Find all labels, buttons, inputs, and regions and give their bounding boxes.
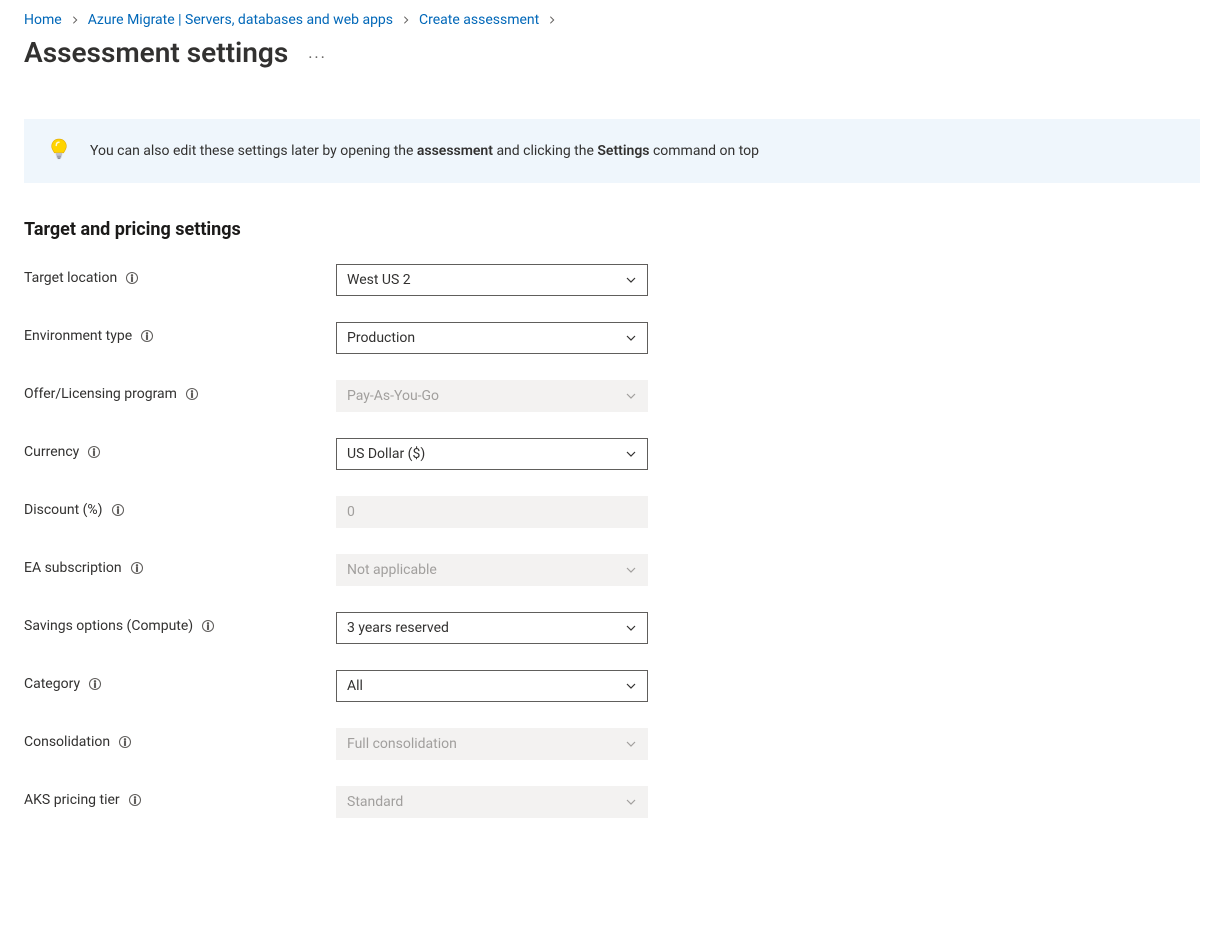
offer-licensing-select: Pay-As-You-Go xyxy=(336,380,648,412)
savings-options-label: Savings options (Compute) xyxy=(24,612,336,634)
consolidation-select: Full consolidation xyxy=(336,728,648,760)
info-icon[interactable] xyxy=(87,445,101,459)
info-icon[interactable] xyxy=(111,503,125,517)
breadcrumb-link-azure-migrate[interactable]: Azure Migrate | Servers, databases and w… xyxy=(88,12,393,28)
info-icon[interactable] xyxy=(125,271,139,285)
chevron-right-icon xyxy=(70,15,80,25)
lightbulb-icon xyxy=(48,137,70,165)
category-label: Category xyxy=(24,670,336,692)
more-actions-button[interactable]: ··· xyxy=(308,38,327,67)
chevron-right-icon xyxy=(547,15,557,25)
info-icon[interactable] xyxy=(130,561,144,575)
discount-input: 0 xyxy=(336,496,648,528)
info-icon[interactable] xyxy=(118,735,132,749)
info-icon[interactable] xyxy=(185,387,199,401)
chevron-down-icon xyxy=(625,564,637,576)
savings-options-select[interactable]: 3 years reserved xyxy=(336,612,648,644)
breadcrumb-link-home[interactable]: Home xyxy=(24,12,62,28)
discount-label: Discount (%) xyxy=(24,496,336,518)
breadcrumb-link-create-assessment[interactable]: Create assessment xyxy=(419,12,539,28)
aks-pricing-label: AKS pricing tier xyxy=(24,786,336,808)
info-icon[interactable] xyxy=(140,329,154,343)
ea-subscription-label: EA subscription xyxy=(24,554,336,576)
aks-pricing-select: Standard xyxy=(336,786,648,818)
chevron-down-icon xyxy=(625,390,637,402)
chevron-down-icon xyxy=(625,448,637,460)
breadcrumb: Home Azure Migrate | Servers, databases … xyxy=(24,12,1200,28)
target-location-select[interactable]: West US 2 xyxy=(336,264,648,296)
chevron-down-icon xyxy=(625,332,637,344)
consolidation-label: Consolidation xyxy=(24,728,336,750)
title-row: Assessment settings ··· xyxy=(24,36,1200,69)
chevron-down-icon xyxy=(625,680,637,692)
currency-select[interactable]: US Dollar ($) xyxy=(336,438,648,470)
info-banner: You can also edit these settings later b… xyxy=(24,119,1200,183)
environment-type-label: Environment type xyxy=(24,322,336,344)
chevron-down-icon xyxy=(625,796,637,808)
target-location-label: Target location xyxy=(24,264,336,286)
ea-subscription-select: Not applicable xyxy=(336,554,648,586)
section-title: Target and pricing settings xyxy=(24,219,1200,240)
info-icon[interactable] xyxy=(88,677,102,691)
category-select[interactable]: All xyxy=(336,670,648,702)
page-title: Assessment settings xyxy=(24,36,288,69)
offer-licensing-label: Offer/Licensing program xyxy=(24,380,336,402)
chevron-down-icon xyxy=(625,622,637,634)
currency-label: Currency xyxy=(24,438,336,460)
chevron-down-icon xyxy=(625,738,637,750)
info-icon[interactable] xyxy=(128,793,142,807)
form-grid: Target location West US 2 Environment ty… xyxy=(24,264,1200,818)
banner-text: You can also edit these settings later b… xyxy=(90,143,759,159)
info-icon[interactable] xyxy=(201,619,215,633)
environment-type-select[interactable]: Production xyxy=(336,322,648,354)
chevron-down-icon xyxy=(625,274,637,286)
chevron-right-icon xyxy=(401,15,411,25)
